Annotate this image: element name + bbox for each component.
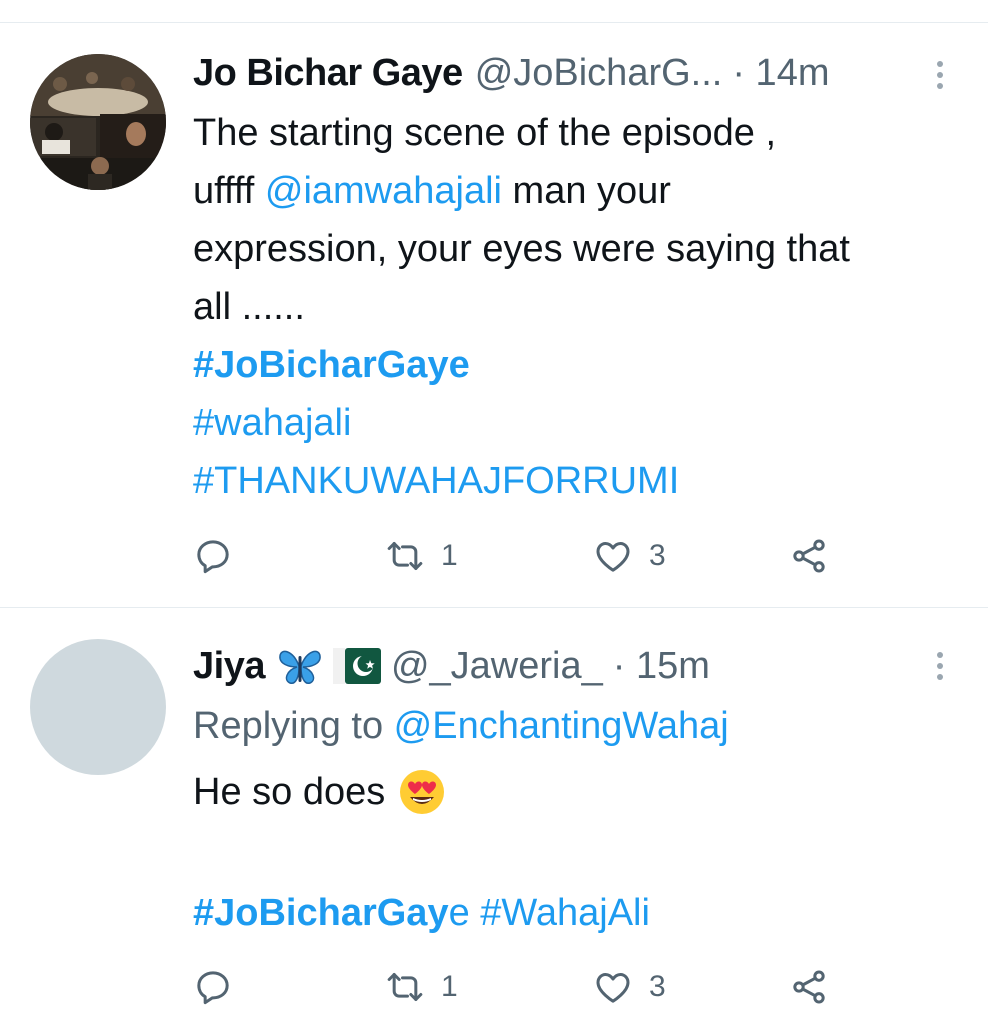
hashtag-link[interactable]: #JoBicharGaye xyxy=(193,336,470,394)
share-icon xyxy=(793,539,825,573)
more-icon[interactable] xyxy=(930,53,950,97)
tweet-text-line: He so does xyxy=(193,763,447,821)
reply-button[interactable] xyxy=(193,962,233,1012)
tweet-text-line: expression, your eyes were saying that xyxy=(193,228,850,270)
hashtag-link[interactable]: e #WahajAli xyxy=(449,892,650,934)
tweet-text: man your xyxy=(502,170,671,212)
like-button[interactable]: 3 xyxy=(593,962,666,1012)
tweet-actions: 1 3 xyxy=(193,962,853,1012)
retweet-count: 1 xyxy=(441,970,458,1003)
heart-eyes-emoji xyxy=(397,767,447,817)
replying-to: Replying to @EnchantingWahaj xyxy=(193,697,729,755)
tweet-text: He so does xyxy=(193,771,386,813)
like-icon xyxy=(596,542,630,572)
retweet-button[interactable]: 1 xyxy=(385,962,458,1012)
user-handle[interactable]: @_Jaweria_ xyxy=(391,645,603,688)
share-button[interactable] xyxy=(789,962,829,1012)
avatar[interactable] xyxy=(30,54,166,190)
more-icon[interactable] xyxy=(930,644,950,688)
share-icon xyxy=(793,970,825,1004)
hashtag-link[interactable]: #THANKUWAHAJFORRUMI xyxy=(193,452,679,510)
avatar[interactable] xyxy=(30,639,166,775)
retweet-button[interactable]: 1 xyxy=(385,531,458,581)
like-icon xyxy=(596,973,630,1003)
butterfly-emoji xyxy=(277,646,323,686)
timestamp[interactable]: · 15m xyxy=(613,645,710,688)
timestamp[interactable]: · 14m xyxy=(732,52,829,95)
tweet-text-line: all ...... xyxy=(193,286,305,328)
replying-prefix: Replying to xyxy=(193,705,394,747)
tweet-header: Jiya @_Jaweria_ · 15m xyxy=(193,644,908,688)
tweet-actions: 1 3 xyxy=(193,531,853,581)
retweet-icon xyxy=(387,973,423,1001)
like-button[interactable]: 3 xyxy=(593,531,666,581)
retweet-icon xyxy=(387,542,423,570)
retweet-count: 1 xyxy=(441,539,458,572)
display-name[interactable]: Jo Bichar Gaye xyxy=(193,52,463,95)
pakistan-flag-emoji xyxy=(332,648,381,684)
tweet[interactable]: Jo Bichar Gaye @JoBicharG... · 14m The s… xyxy=(0,23,988,607)
mention-link[interactable]: @iamwahajali xyxy=(265,170,502,212)
like-count: 3 xyxy=(649,970,666,1003)
share-button[interactable] xyxy=(789,531,829,581)
display-name[interactable]: Jiya xyxy=(193,645,265,688)
reply-button[interactable] xyxy=(193,531,233,581)
mention-link[interactable]: @EnchantingWahaj xyxy=(394,705,729,747)
hashtag-link[interactable]: #JoBicharGay xyxy=(193,892,449,934)
reply-icon xyxy=(197,971,229,1005)
user-handle[interactable]: @JoBicharG... xyxy=(475,52,723,95)
tweet-text: uffff xyxy=(193,170,265,212)
tweet-text-line: The starting scene of the episode , xyxy=(193,112,777,154)
reply-icon xyxy=(197,540,229,574)
like-count: 3 xyxy=(649,539,666,572)
tweet-text-line: #JoBicharGaye #WahajAli xyxy=(193,884,650,942)
tweet-text-line: uffff @iamwahajali man your xyxy=(193,162,671,220)
tweet-header: Jo Bichar Gaye @JoBicharG... · 14m xyxy=(193,51,908,95)
tweet[interactable]: Jiya @_Jaweria_ · 15m Replying to @Encha… xyxy=(0,608,988,1024)
hashtag-link[interactable]: #wahajali xyxy=(193,394,351,452)
